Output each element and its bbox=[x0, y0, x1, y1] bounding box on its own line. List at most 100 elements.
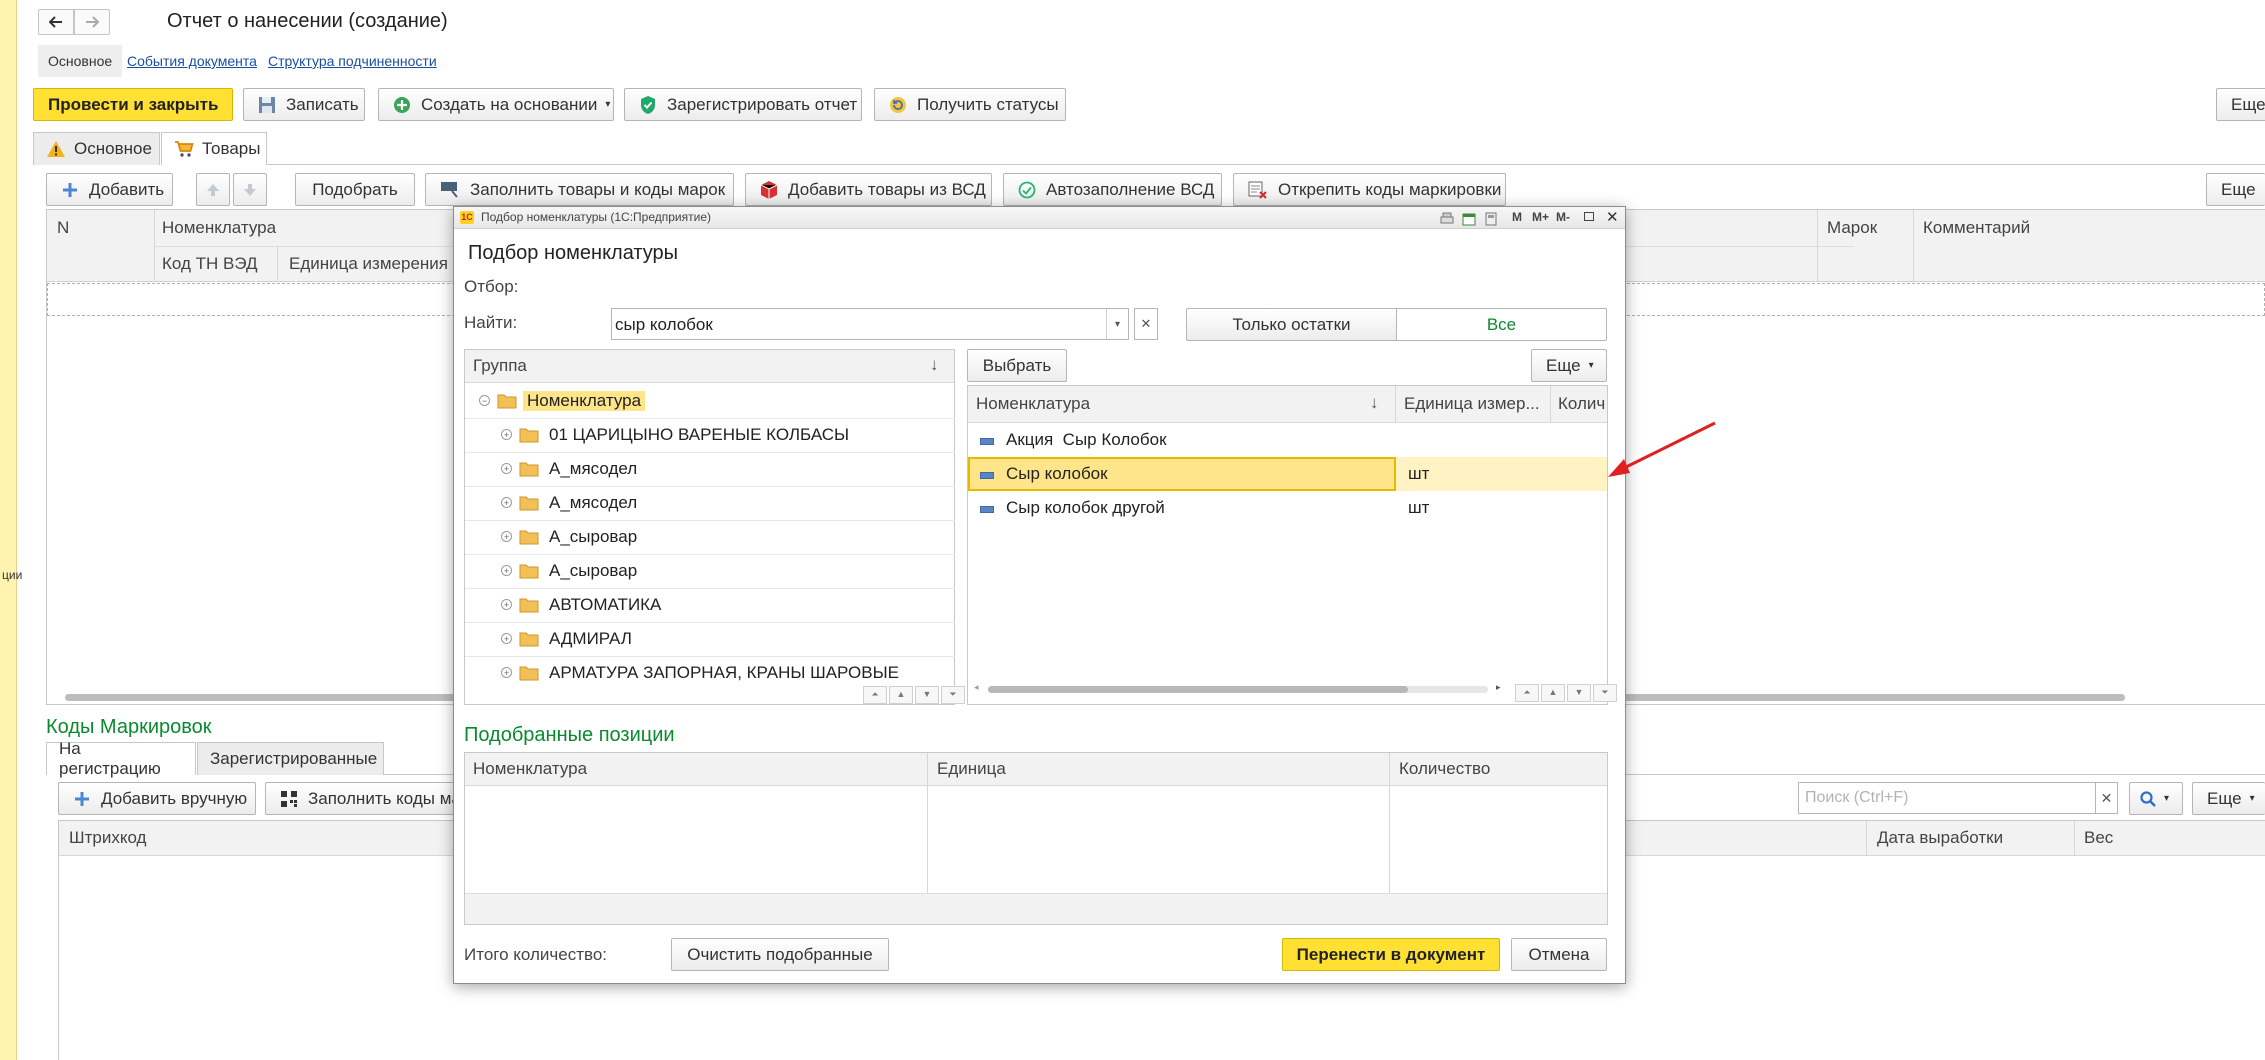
codes-search-input[interactable]: Поиск (Ctrl+F) bbox=[1798, 782, 2096, 814]
add-goods-label: Добавить bbox=[89, 179, 165, 199]
scroll-right-icon: ▸ bbox=[1496, 682, 1501, 692]
items-more-button[interactable]: Еще ▾ bbox=[1531, 349, 1607, 382]
picked-title: Подобранные позиции bbox=[464, 724, 675, 746]
sort-down-icon[interactable]: ↓ bbox=[930, 355, 939, 375]
folder-icon bbox=[519, 427, 539, 448]
add-manual-button[interactable]: Добавить вручную bbox=[58, 782, 256, 815]
get-statuses-label: Получить статусы bbox=[917, 94, 1059, 114]
expand-icon[interactable]: + bbox=[501, 565, 512, 576]
find-input[interactable]: сыр колобок ▾ bbox=[611, 308, 1129, 340]
register-report-button[interactable]: Зарегистрировать отчет bbox=[624, 88, 862, 121]
tree-row[interactable]: + АВТОМАТИКА bbox=[465, 588, 955, 623]
picked-table-footer bbox=[465, 893, 1607, 924]
find-dropdown-button[interactable]: ▾ bbox=[1106, 309, 1128, 339]
arrow-down-icon bbox=[244, 183, 256, 196]
expand-icon[interactable]: + bbox=[501, 667, 512, 678]
clear-picked-label: Очистить подобранные bbox=[687, 944, 873, 964]
col-comment: Комментарий bbox=[1923, 218, 2031, 237]
add-from-vsd-button[interactable]: Добавить товары из ВСД bbox=[745, 173, 992, 206]
expand-icon[interactable]: + bbox=[501, 463, 512, 474]
codes-tab-to-register-label: На регистрацию bbox=[59, 739, 161, 778]
scroll-up-icon: ▲ bbox=[1541, 684, 1565, 702]
autofill-vsd-label: Автозаполнение ВСД bbox=[1046, 179, 1215, 199]
only-rest-toggle[interactable]: Только остатки bbox=[1186, 308, 1397, 341]
all-toggle[interactable]: Все bbox=[1396, 308, 1607, 341]
save-button[interactable]: Записать bbox=[243, 88, 365, 121]
codes-more-button[interactable]: Еще ▾ bbox=[2192, 782, 2265, 815]
add-goods-button[interactable]: Добавить bbox=[46, 173, 173, 206]
tree-row[interactable]: + А_мясодел bbox=[465, 486, 955, 521]
fill-goods-codes-button[interactable]: Заполнить товары и коды марок bbox=[425, 173, 734, 206]
tree-row-root[interactable]: − Номенклатура bbox=[465, 384, 955, 419]
maximize-icon[interactable] bbox=[1584, 212, 1594, 221]
codes-search-clear-button[interactable]: ✕ bbox=[2096, 782, 2118, 814]
tree-row[interactable]: + АДМИРАЛ bbox=[465, 622, 955, 657]
item-row-selected[interactable]: Сыр колобок шт bbox=[968, 457, 1607, 491]
autofill-vsd-button[interactable]: Автозаполнение ВСД bbox=[1003, 173, 1222, 206]
items-hscroll[interactable]: ◂ ▸ bbox=[974, 682, 1504, 694]
nav-back-button[interactable] bbox=[38, 9, 74, 35]
unpin-codes-button[interactable]: Открепить коды маркировки bbox=[1233, 173, 1506, 206]
memory-m-button[interactable]: M bbox=[1512, 210, 1522, 224]
post-and-close-button[interactable]: Провести и закрыть bbox=[33, 88, 233, 121]
clear-picked-button[interactable]: Очистить подобранные bbox=[671, 938, 889, 971]
warning-icon bbox=[46, 140, 66, 158]
tree-row-label: А_мясодел bbox=[549, 459, 638, 478]
col-weight: Вес bbox=[2084, 828, 2114, 847]
nav-forward-button[interactable] bbox=[74, 9, 110, 35]
cancel-button[interactable]: Отмена bbox=[1511, 938, 1607, 971]
sort-down-icon[interactable]: ↓ bbox=[1370, 393, 1379, 413]
collapse-icon[interactable]: − bbox=[479, 395, 490, 406]
calculator-icon[interactable] bbox=[1484, 211, 1498, 231]
create-based-on-button[interactable]: Создать на основании ▾ bbox=[378, 88, 614, 121]
chevron-down-icon: ▾ bbox=[1588, 360, 1594, 371]
main-tab-basic[interactable]: Основное bbox=[33, 132, 160, 165]
expand-icon[interactable]: + bbox=[501, 633, 512, 644]
marks-fill-icon bbox=[440, 181, 460, 199]
find-clear-button[interactable]: ✕ bbox=[1134, 308, 1158, 340]
left-panel-strip bbox=[0, 0, 17, 1060]
move-down-button[interactable] bbox=[233, 173, 267, 206]
dialog-titlebar[interactable]: 1С Подбор номенклатуры (1С:Предприятие) … bbox=[454, 207, 1625, 229]
choose-button[interactable]: Выбрать bbox=[967, 349, 1067, 382]
tree-row[interactable]: + АРМАТУРА ЗАПОРНАЯ, КРАНЫ ШАРОВЫЕ bbox=[465, 656, 955, 686]
tree-row[interactable]: + А_мясодел bbox=[465, 452, 955, 487]
doc-tab-events[interactable]: События документа bbox=[127, 53, 257, 69]
expand-icon[interactable]: + bbox=[501, 599, 512, 610]
item-row[interactable]: Сыр колобок другой шт bbox=[968, 491, 1607, 525]
printer-icon[interactable] bbox=[1440, 211, 1454, 231]
items-table: Номенклатура ↓ Единица измер... Колич Ак… bbox=[967, 385, 1617, 705]
scroll-bottom-icon: ⏷ bbox=[941, 686, 965, 704]
folder-icon bbox=[497, 393, 517, 414]
more-button[interactable]: Еще bbox=[2216, 88, 2265, 121]
memory-mplus-button[interactable]: M+ bbox=[1532, 210, 1549, 224]
folder-icon bbox=[519, 631, 539, 652]
fill-codes-button[interactable]: Заполнить коды ма bbox=[265, 782, 465, 815]
main-tab-goods[interactable]: Товары bbox=[161, 132, 267, 165]
move-up-button[interactable] bbox=[196, 173, 230, 206]
codes-tab-registered[interactable]: Зарегистрированные bbox=[197, 742, 384, 775]
transfer-to-document-button[interactable]: Перенести в документ bbox=[1282, 938, 1500, 971]
doc-tab-main[interactable]: Основное bbox=[38, 45, 123, 77]
item-row[interactable]: Акция Сыр Колобок bbox=[968, 423, 1607, 457]
expand-icon[interactable]: + bbox=[501, 429, 512, 440]
group-tree-scroll-buttons[interactable]: ⏶ ▲ ▼ ⏷ bbox=[861, 686, 965, 704]
expand-icon[interactable]: + bbox=[501, 531, 512, 542]
expand-icon[interactable]: + bbox=[501, 497, 512, 508]
tree-row[interactable]: + А_сыровар bbox=[465, 520, 955, 555]
pick-button[interactable]: Подобрать bbox=[295, 173, 415, 206]
goods-more-button[interactable]: Еще bbox=[2206, 173, 2265, 206]
codes-search-button[interactable]: ▾ bbox=[2129, 782, 2183, 815]
cancel-label: Отмена bbox=[1528, 944, 1590, 964]
tree-row[interactable]: +01 ЦАРИЦЫНО ВАРЕНЫЕ КОЛБАСЫ bbox=[465, 418, 955, 453]
calendar-icon[interactable] bbox=[1462, 211, 1476, 231]
tree-row[interactable]: + А_сыровар bbox=[465, 554, 955, 589]
arrow-up-icon bbox=[207, 183, 219, 196]
memory-mminus-button[interactable]: M- bbox=[1556, 210, 1570, 224]
codes-tab-to-register[interactable]: На регистрацию bbox=[46, 739, 196, 778]
get-statuses-button[interactable]: Получить статусы bbox=[874, 88, 1066, 121]
scroll-bottom-icon: ⏷ bbox=[1593, 684, 1617, 702]
close-icon[interactable]: ✕ bbox=[1606, 208, 1619, 226]
doc-tab-structure[interactable]: Структура подчиненности bbox=[268, 53, 437, 69]
items-scroll-buttons[interactable]: ⏶ ▲ ▼ ⏷ bbox=[1513, 684, 1617, 702]
